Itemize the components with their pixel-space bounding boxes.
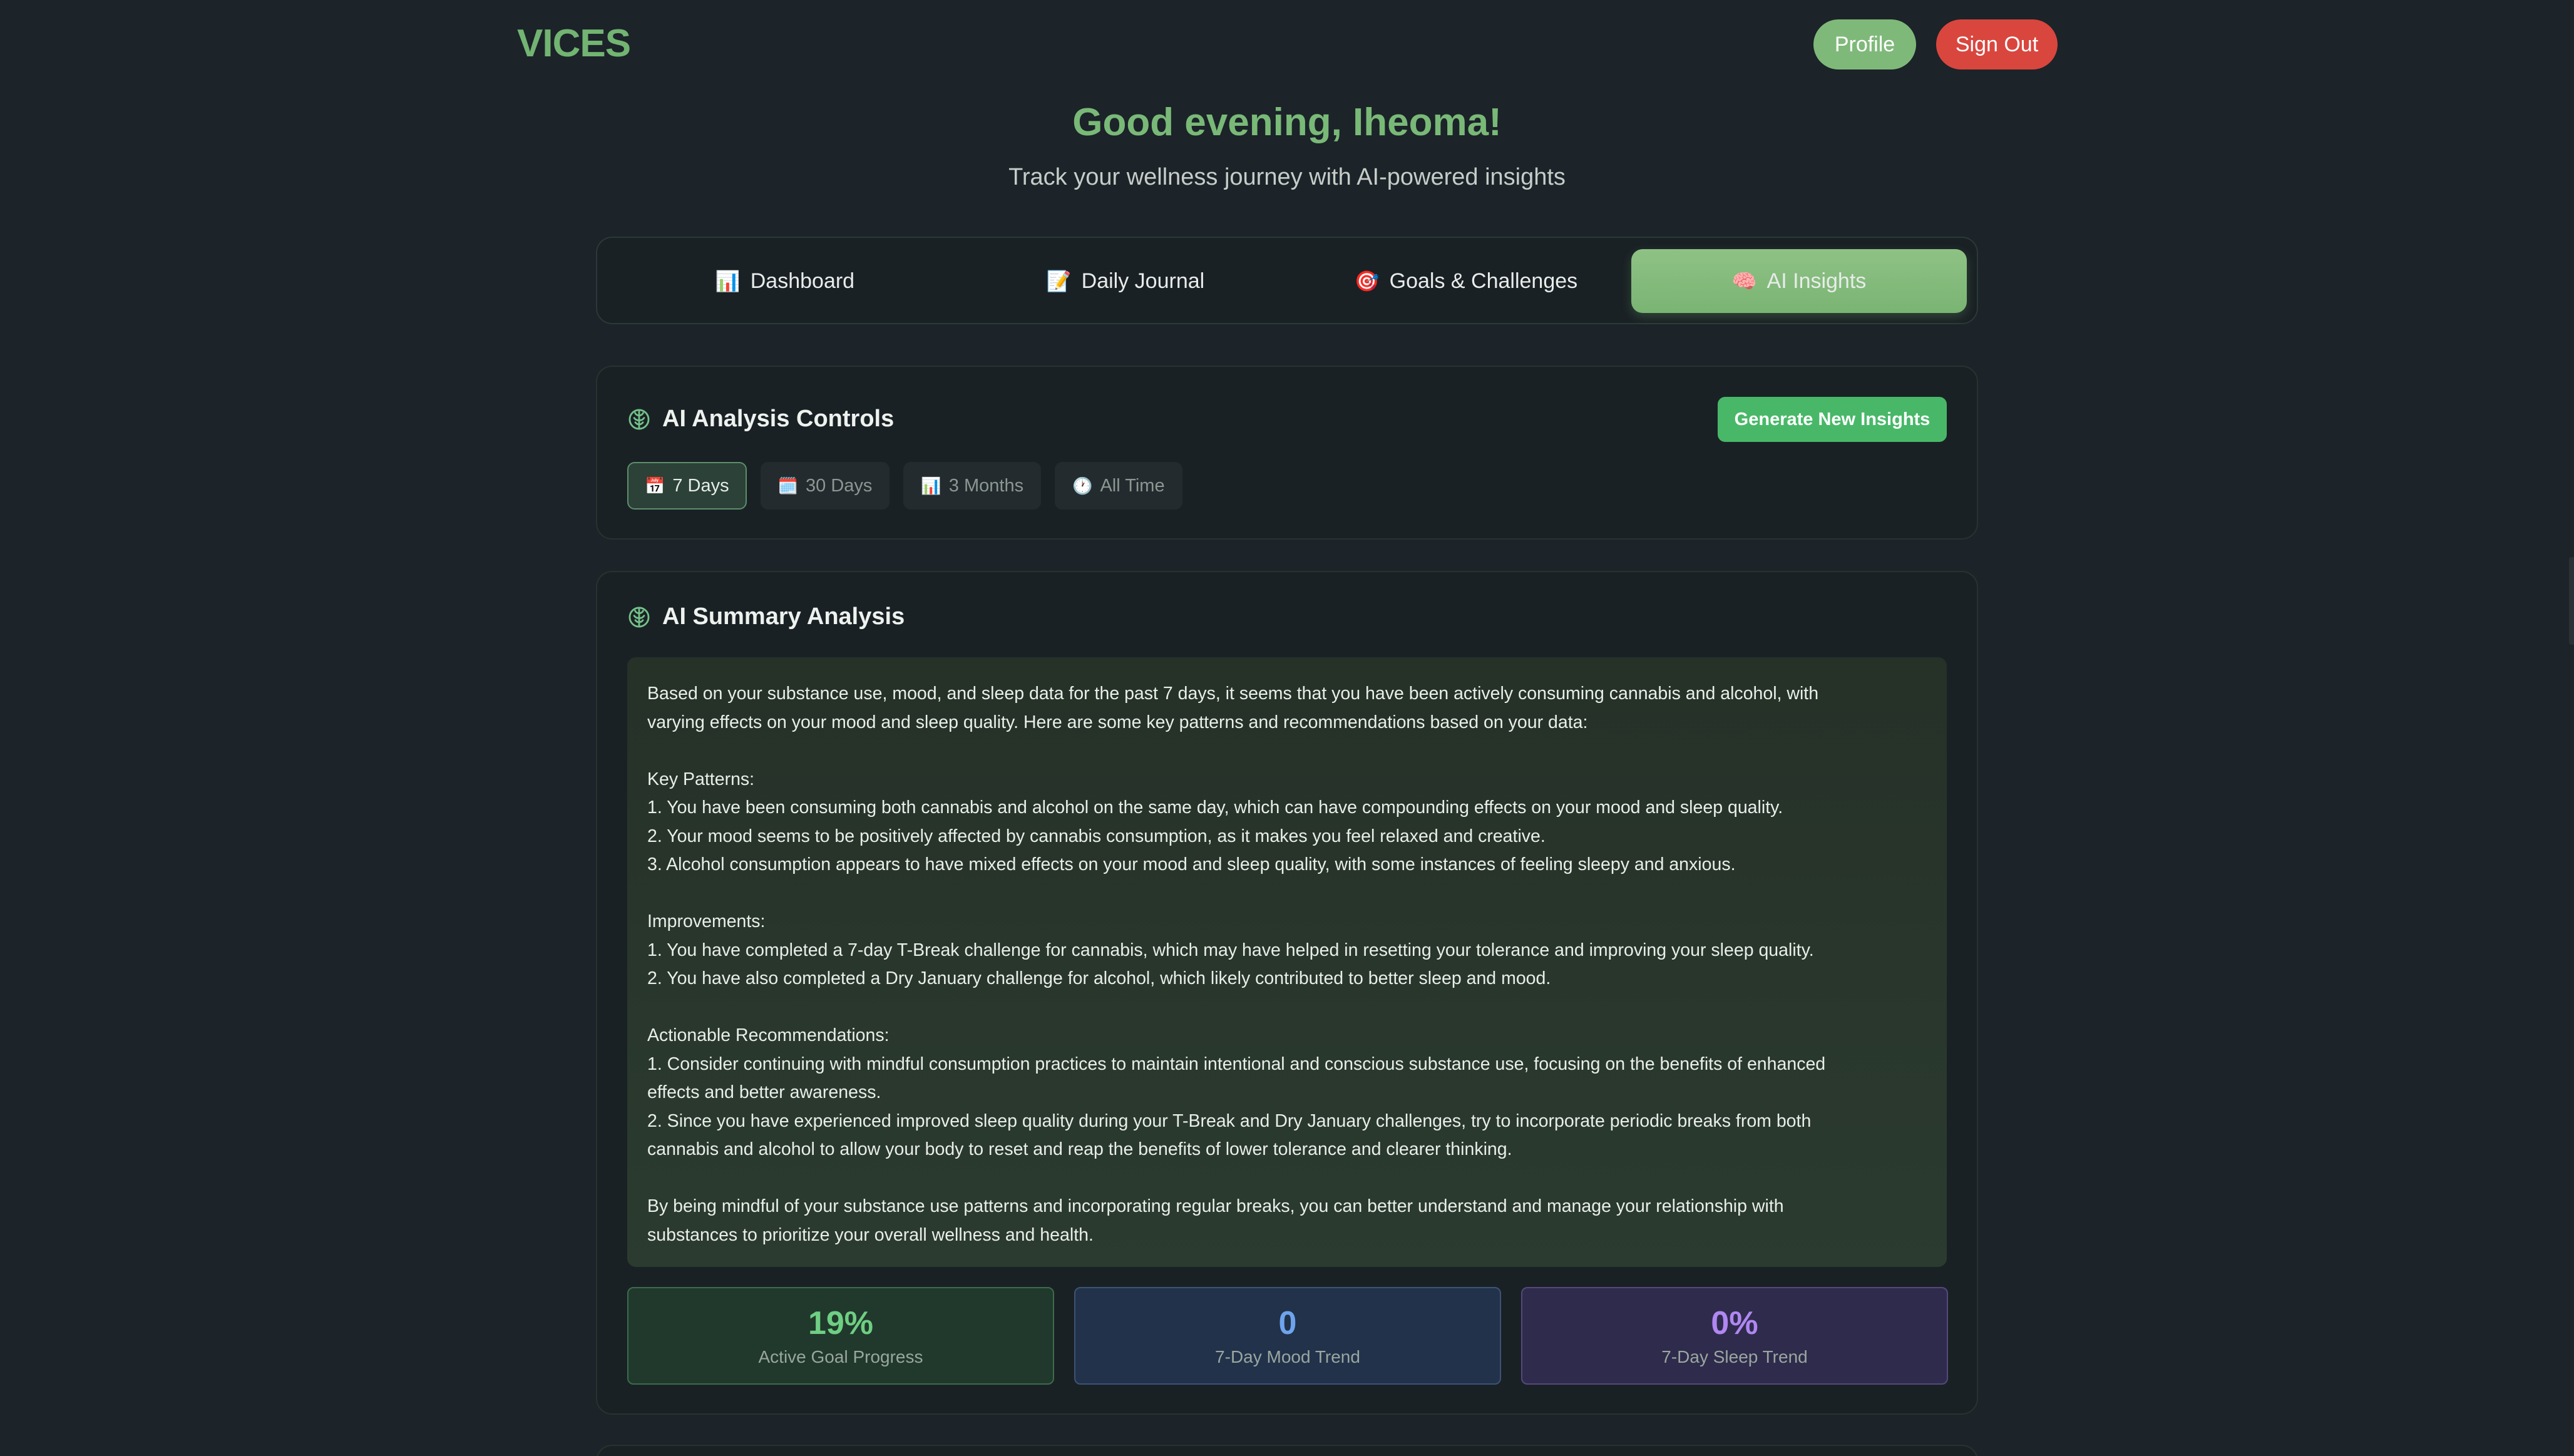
ai-analysis-controls-card: AI Analysis Controls Generate New Insigh… bbox=[596, 366, 1978, 540]
scrollbar-handle[interactable] bbox=[2569, 557, 2574, 645]
sign-out-button[interactable]: Sign Out bbox=[1936, 19, 2058, 69]
range-7-days-button[interactable]: 📅 7 Days bbox=[627, 462, 747, 510]
range-label: 3 Months bbox=[948, 475, 1024, 496]
brain-icon bbox=[627, 605, 651, 629]
stat-label: Active Goal Progress bbox=[758, 1347, 923, 1366]
stats-row: 19% Active Goal Progress 0 7-Day Mood Tr… bbox=[627, 1287, 1948, 1385]
range-label: 30 Days bbox=[806, 475, 873, 496]
tab-label: Dashboard bbox=[750, 269, 855, 293]
brain-icon bbox=[627, 408, 651, 431]
generate-insights-button[interactable]: Generate New Insights bbox=[1718, 397, 1947, 442]
stat-sleep-trend: 0% 7-Day Sleep Trend bbox=[1521, 1287, 1948, 1385]
next-section-card bbox=[596, 1445, 1978, 1456]
tab-label: Goals & Challenges bbox=[1389, 269, 1578, 293]
stat-value: 0 bbox=[1278, 1305, 1297, 1341]
calendar-icon: 📅 bbox=[645, 476, 665, 495]
target-icon: 🎯 bbox=[1354, 270, 1380, 292]
summary-text: Based on your substance use, mood, and s… bbox=[647, 684, 1826, 1245]
page: VICES Profile Sign Out Good evening, Ihe… bbox=[0, 0, 2574, 1456]
tab-ai-insights[interactable]: 🧠 AI Insights bbox=[1631, 249, 1967, 313]
greeting-heading: Good evening, Iheoma! bbox=[1072, 101, 1502, 144]
clock-icon: 🕐 bbox=[1072, 476, 1093, 495]
controls-title: AI Analysis Controls bbox=[627, 406, 894, 433]
profile-button[interactable]: Profile bbox=[1813, 19, 1916, 69]
summary-title: AI Summary Analysis bbox=[627, 603, 905, 630]
range-label: All Time bbox=[1100, 475, 1165, 496]
range-all-time-button[interactable]: 🕐 All Time bbox=[1055, 462, 1182, 510]
range-3-months-button[interactable]: 📊 3 Months bbox=[903, 462, 1042, 510]
tab-daily-journal[interactable]: 📝 Daily Journal bbox=[958, 249, 1293, 313]
stat-active-goal-progress: 19% Active Goal Progress bbox=[627, 1287, 1054, 1385]
tab-goals-challenges[interactable]: 🎯 Goals & Challenges bbox=[1298, 249, 1634, 313]
stat-label: 7-Day Mood Trend bbox=[1215, 1347, 1360, 1366]
main-tabs: 📊 Dashboard 📝 Daily Journal 🎯 Goals & Ch… bbox=[596, 237, 1978, 324]
tab-label: Daily Journal bbox=[1081, 269, 1205, 293]
greeting-subtitle: Track your wellness journey with AI-powe… bbox=[1008, 164, 1566, 190]
stat-label: 7-Day Sleep Trend bbox=[1661, 1347, 1808, 1366]
brain-icon: 🧠 bbox=[1731, 270, 1757, 292]
app-logo[interactable]: VICES bbox=[517, 21, 631, 66]
bar-chart-icon: 📊 bbox=[921, 476, 941, 495]
range-30-days-button[interactable]: 🗓️ 30 Days bbox=[760, 462, 890, 510]
summary-text-box: Based on your substance use, mood, and s… bbox=[627, 657, 1947, 1267]
tab-dashboard[interactable]: 📊 Dashboard bbox=[617, 249, 953, 313]
tab-label: AI Insights bbox=[1766, 269, 1867, 293]
controls-title-text: AI Analysis Controls bbox=[662, 406, 895, 432]
ai-summary-card: AI Summary Analysis Based on your substa… bbox=[596, 571, 1978, 1415]
time-range-selector: 📅 7 Days 🗓️ 30 Days 📊 3 Months 🕐 All Tim… bbox=[627, 462, 1182, 510]
range-label: 7 Days bbox=[672, 475, 729, 496]
summary-title-text: AI Summary Analysis bbox=[662, 603, 905, 630]
stat-value: 19% bbox=[808, 1305, 874, 1341]
bar-chart-icon: 📊 bbox=[715, 270, 741, 292]
memo-icon: 📝 bbox=[1046, 270, 1072, 292]
spiral-calendar-icon: 🗓️ bbox=[777, 476, 799, 495]
stat-value: 0% bbox=[1711, 1305, 1758, 1341]
stat-mood-trend: 0 7-Day Mood Trend bbox=[1074, 1287, 1501, 1385]
